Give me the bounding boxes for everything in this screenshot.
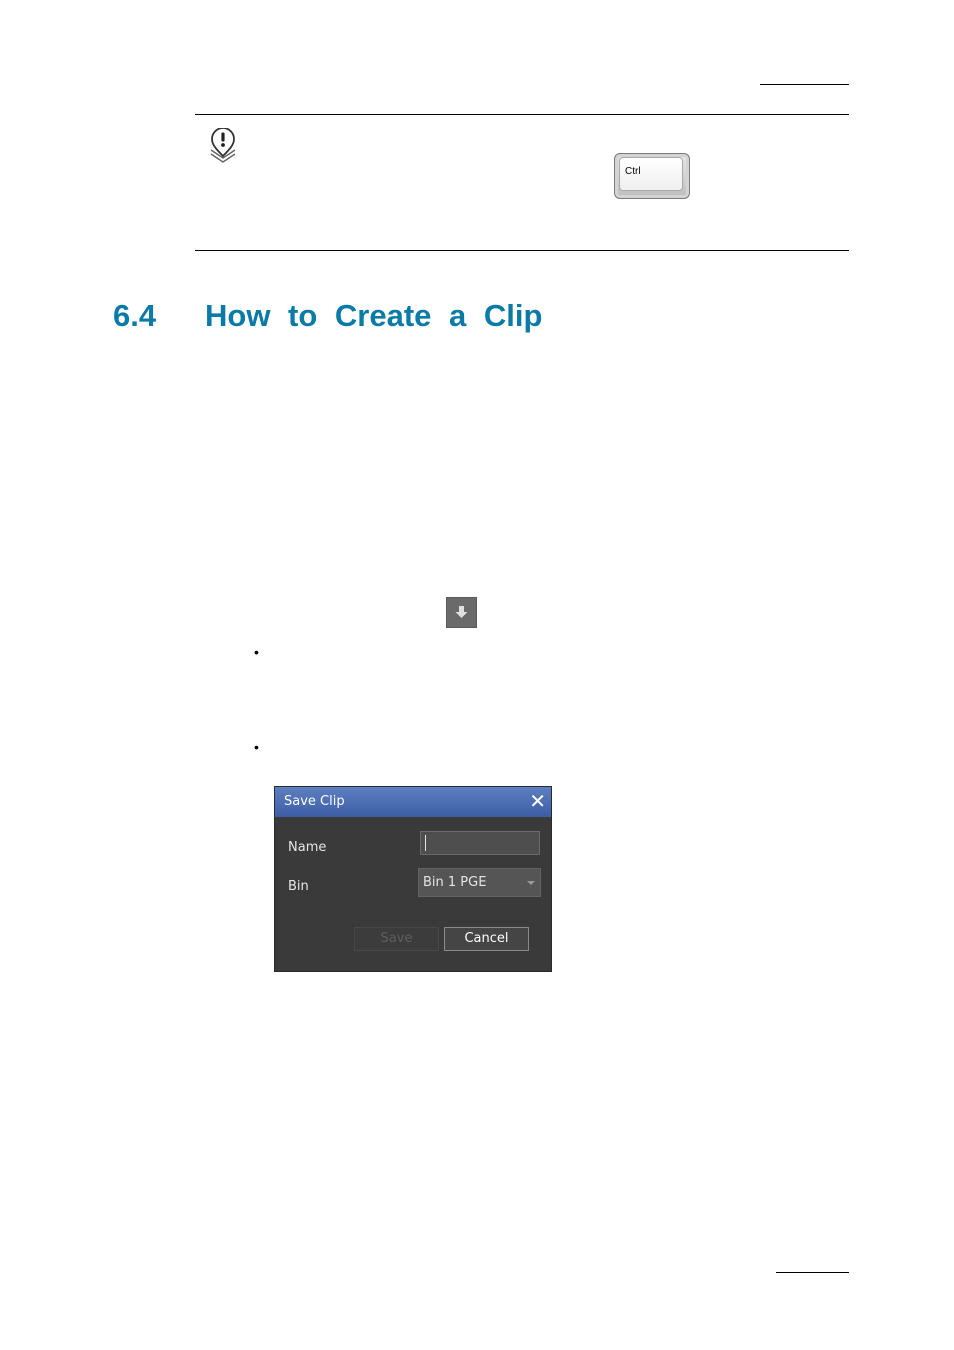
bullet-marker: • <box>254 739 259 755</box>
section-number: 6.4 <box>113 298 157 333</box>
dialog-title-bar: Save Clip ✕ <box>275 787 551 817</box>
arrow-down-icon <box>455 606 468 618</box>
name-label: Name <box>288 840 327 855</box>
text-caret <box>425 835 426 851</box>
save-clip-dialog: Save Clip ✕ Name Bin Bin 1 PGE Save Canc… <box>274 786 552 972</box>
note-icon <box>207 127 239 168</box>
section-title: How to Create a Clip <box>205 298 543 333</box>
bullet-marker: • <box>254 644 259 660</box>
ctrl-key-label: Ctrl <box>625 166 641 177</box>
dialog-title: Save Clip <box>284 794 345 809</box>
bin-label: Bin <box>288 879 309 894</box>
clip-name-input[interactable] <box>420 831 540 855</box>
close-icon[interactable]: ✕ <box>529 790 546 812</box>
bin-selected-value: Bin 1 PGE <box>423 875 487 890</box>
ctrl-key-image: Ctrl <box>614 153 690 199</box>
note-top-rule <box>195 114 849 115</box>
header-rule <box>760 84 849 85</box>
bin-dropdown[interactable]: Bin 1 PGE <box>418 868 541 897</box>
save-button[interactable]: Save <box>354 927 439 951</box>
note-bottom-rule <box>195 250 849 251</box>
add-to-clip-button[interactable] <box>446 597 477 628</box>
footer-rule <box>776 1272 849 1273</box>
chevron-down-icon <box>527 881 535 885</box>
cancel-button[interactable]: Cancel <box>444 927 529 951</box>
